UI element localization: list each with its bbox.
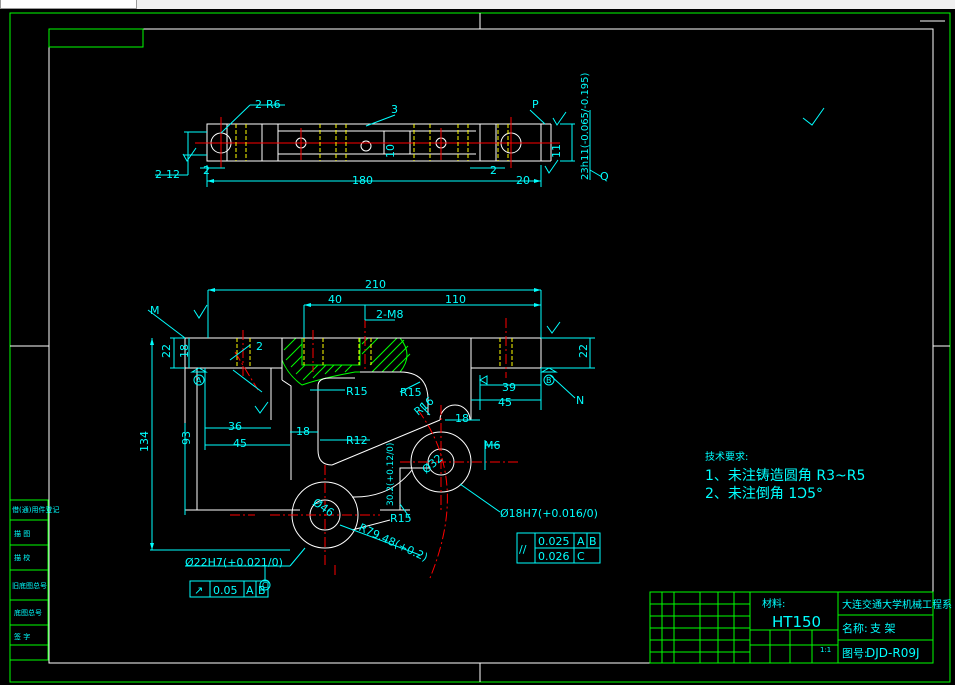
name-label: 名称: bbox=[842, 621, 868, 635]
strip-cell-1: 借(通)用件登记 bbox=[12, 505, 59, 514]
tol-datum-1c: C bbox=[577, 550, 585, 563]
label-r79: R79.48(+0.2) bbox=[357, 521, 430, 564]
strip-cell-3: 描 校 bbox=[14, 553, 30, 562]
tol-value-1a: 0.025 bbox=[538, 535, 570, 548]
label-m6: M6 bbox=[484, 439, 501, 452]
dim-45b: 45 bbox=[498, 396, 512, 409]
label-r2: 2 bbox=[256, 340, 263, 353]
tech-requirements: 技术要求: 1、未注铸造圆角 R3~R5 2、未注倒角 1Ɔ5° bbox=[705, 450, 865, 502]
scale-value: 1:1 bbox=[820, 646, 831, 654]
dim-110: 110 bbox=[445, 293, 466, 306]
top-view: 2-R6 3 P Q 2-12 2 2 20 180 10 11 23h11(-… bbox=[155, 72, 825, 187]
material-value: HT150 bbox=[772, 613, 821, 631]
datum-a: A bbox=[196, 376, 202, 385]
label-r15b: R15 bbox=[400, 386, 422, 399]
dim-left-22: 22 bbox=[160, 344, 173, 358]
window-top-bar bbox=[0, 0, 955, 9]
top-label-right-width: 20 bbox=[516, 174, 530, 187]
label-r15a: R15 bbox=[346, 385, 368, 398]
tol-symbol-2: ↗ bbox=[194, 584, 203, 597]
top-label-left-gap: 2 bbox=[203, 164, 210, 177]
label-r12: R12 bbox=[346, 434, 368, 447]
top-label-length: 180 bbox=[352, 174, 373, 187]
label-bore18: Ø18H7(+0.016/0) bbox=[500, 507, 598, 520]
dim-134: 134 bbox=[138, 431, 151, 452]
tol-value-2: 0.05 bbox=[213, 584, 238, 597]
drawing-no: DJD-R09J bbox=[866, 646, 920, 660]
top-label-left-offset: 2-12 bbox=[155, 168, 180, 181]
label-bore22: Ø22H7(+0.021/0) bbox=[185, 556, 283, 569]
tol-datum-2b: B bbox=[258, 584, 266, 597]
top-label-part: 3 bbox=[391, 103, 398, 116]
dim-39: 39 bbox=[502, 381, 516, 394]
label-dia46: Ø46 bbox=[310, 496, 336, 520]
strip-cell-6: 签 字 bbox=[14, 632, 30, 641]
tolerance-frame-runout: ↗ 0.05 A B bbox=[189, 580, 269, 598]
tol-datum-1a: A bbox=[577, 535, 585, 548]
label-thread: 2-M8 bbox=[376, 308, 403, 321]
label-r15c: R15 bbox=[390, 512, 412, 525]
top-label-right-gap: 2 bbox=[490, 164, 497, 177]
tol-datum-1b: B bbox=[589, 535, 597, 548]
dim-18a: 18 bbox=[296, 425, 310, 438]
dim-right-22: 22 bbox=[577, 344, 590, 358]
dim-40: 40 bbox=[328, 293, 342, 306]
strip-cell-5: 底图总号 bbox=[14, 608, 42, 617]
top-label-tolerance: 23h11(-0.065/-0.195) bbox=[580, 72, 591, 180]
tol-value-1b: 0.026 bbox=[538, 550, 570, 563]
tech-item-1: 1、未注铸造圆角 R3~R5 bbox=[705, 468, 865, 484]
top-label-height: 11 bbox=[550, 144, 563, 158]
material-label: 材料: bbox=[762, 597, 785, 610]
top-label-radius: 2-R6 bbox=[255, 98, 281, 111]
dim-left-18: 18 bbox=[178, 344, 191, 358]
tech-title: 技术要求: bbox=[705, 450, 748, 463]
top-label-p: P bbox=[532, 98, 539, 111]
dim-45a: 45 bbox=[233, 437, 247, 450]
tech-item-2: 2、未注倒角 1Ɔ5° bbox=[705, 486, 823, 502]
drawing-no-label: 图号: bbox=[842, 647, 868, 660]
strip-cell-4: 旧底图总号 bbox=[12, 581, 47, 590]
dim-36: 36 bbox=[228, 420, 242, 433]
tolerance-frame-parallel: // 0.025 A B 0.026 C bbox=[516, 532, 601, 564]
title-block: 材料: HT150 大连交通大学机械工程系 名称: 支 架 图号: DJD-R0… bbox=[649, 591, 952, 664]
label-m: M bbox=[150, 304, 160, 317]
top-label-q: Q bbox=[600, 170, 609, 183]
tol-datum-2a: A bbox=[246, 584, 254, 597]
drawing-frame bbox=[9, 12, 951, 683]
tol-symbol-1: // bbox=[519, 543, 527, 556]
strip-cell-2: 描 图 bbox=[14, 529, 30, 538]
datum-b: B bbox=[546, 376, 552, 385]
school-name: 大连交通大学机械工程系 bbox=[842, 598, 952, 611]
label-dist: 30.2(+0.12/0) bbox=[386, 443, 396, 506]
dim-18b: 18 bbox=[455, 412, 469, 425]
dim-93: 93 bbox=[180, 431, 193, 445]
document-tab[interactable] bbox=[0, 0, 137, 9]
dim-overall: 210 bbox=[365, 278, 386, 291]
label-n: N bbox=[576, 394, 584, 407]
cad-drawing-canvas[interactable]: 借(通)用件登记 描 图 描 校 旧底图总号 底图总号 签 字 2-R6 3 P… bbox=[0, 9, 955, 685]
top-label-depth: 10 bbox=[384, 144, 397, 158]
front-view: 210 40 110 2-M8 M 22 18 22 R15 R15 R16 R… bbox=[138, 278, 601, 598]
left-strip-table: 借(通)用件登记 描 图 描 校 旧底图总号 底图总号 签 字 bbox=[9, 499, 59, 661]
part-name: 支 架 bbox=[870, 622, 896, 635]
